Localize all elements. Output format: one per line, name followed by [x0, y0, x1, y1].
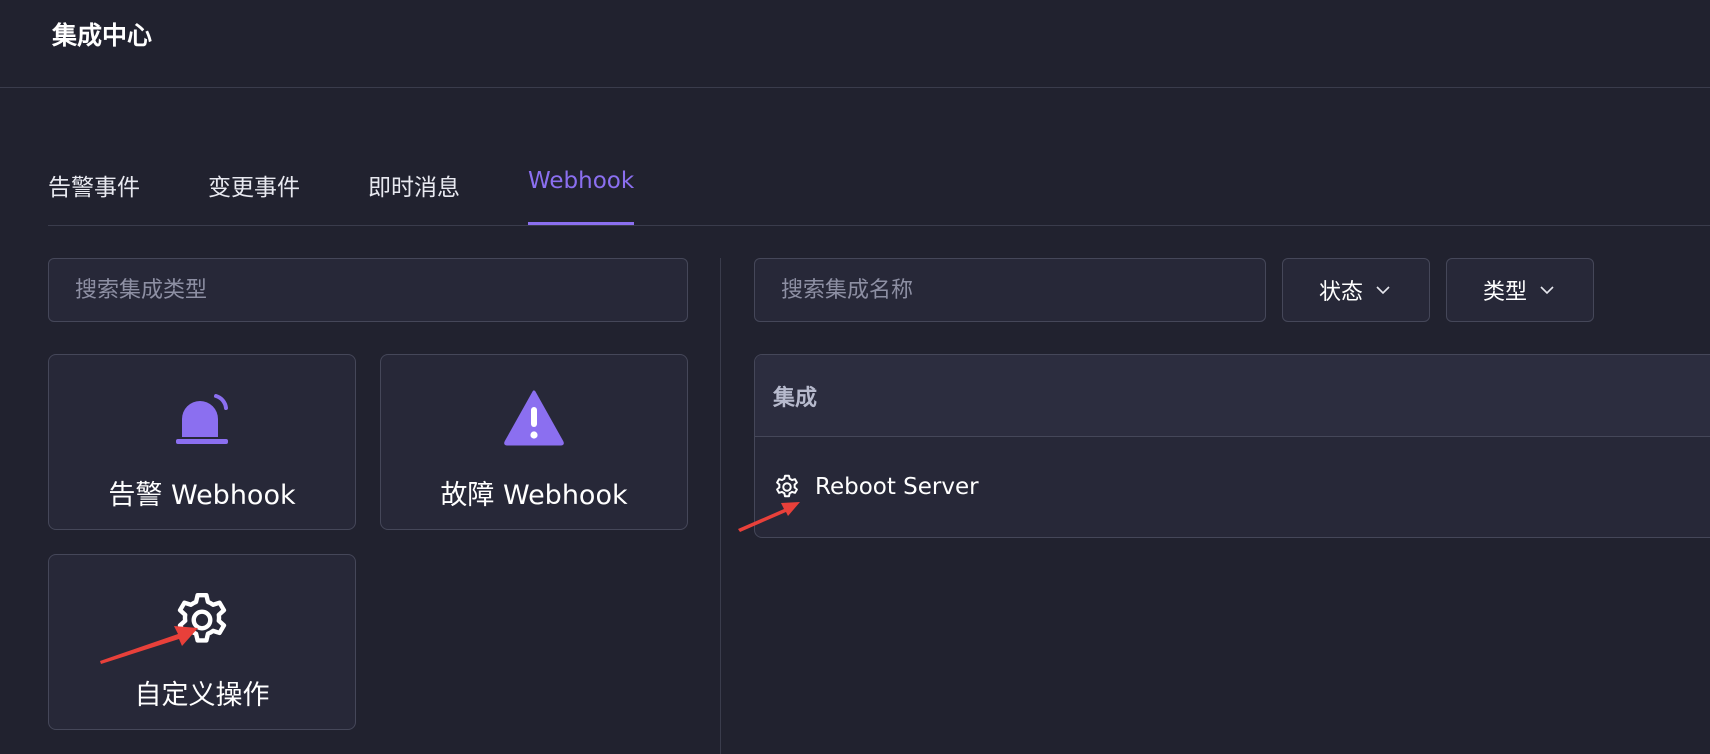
chevron-down-icon: [1376, 286, 1390, 295]
integrations-table: 集成 Reboot Server: [754, 354, 1710, 538]
warning-triangle-icon: [504, 390, 564, 446]
card-label: 自定义操作: [134, 680, 270, 711]
tab-bar: 告警事件 变更事件 即时消息 Webhook: [48, 158, 1710, 226]
chevron-down-icon: [1540, 286, 1554, 295]
status-filter-dropdown[interactable]: 状态: [1282, 258, 1430, 322]
custom-action-card[interactable]: 自定义操作: [48, 554, 356, 730]
gear-icon: [177, 593, 227, 643]
tab-webhook[interactable]: Webhook: [528, 168, 635, 225]
panel-divider: [720, 258, 721, 754]
integration-name-search-input[interactable]: [754, 258, 1266, 322]
table-header: 集成: [755, 355, 1710, 437]
card-label: 故障 Webhook: [440, 480, 628, 511]
integration-name: Reboot Server: [815, 474, 979, 500]
status-filter-label: 状态: [1318, 280, 1363, 305]
page-header: 集成中心: [0, 0, 1710, 88]
tab-alert-events[interactable]: 告警事件: [48, 168, 140, 225]
card-label: 告警 Webhook: [108, 480, 296, 511]
gear-icon: [776, 474, 798, 498]
page-title: 集成中心: [52, 21, 153, 50]
alert-webhook-card[interactable]: 告警 Webhook: [48, 354, 356, 530]
incident-webhook-card[interactable]: 故障 Webhook: [380, 354, 688, 530]
integration-type-search-input[interactable]: [48, 258, 688, 322]
table-row[interactable]: Reboot Server: [755, 437, 1710, 537]
type-filter-label: 类型: [1482, 280, 1527, 305]
tab-instant-messages[interactable]: 即时消息: [368, 168, 460, 225]
type-filter-dropdown[interactable]: 类型: [1446, 258, 1594, 322]
tab-change-events[interactable]: 变更事件: [208, 168, 300, 225]
alarm-light-icon: [176, 394, 228, 444]
integration-center-page: 集成中心 告警事件 变更事件 即时消息 Webhook 状态 类型 告警 Web…: [0, 0, 1710, 754]
